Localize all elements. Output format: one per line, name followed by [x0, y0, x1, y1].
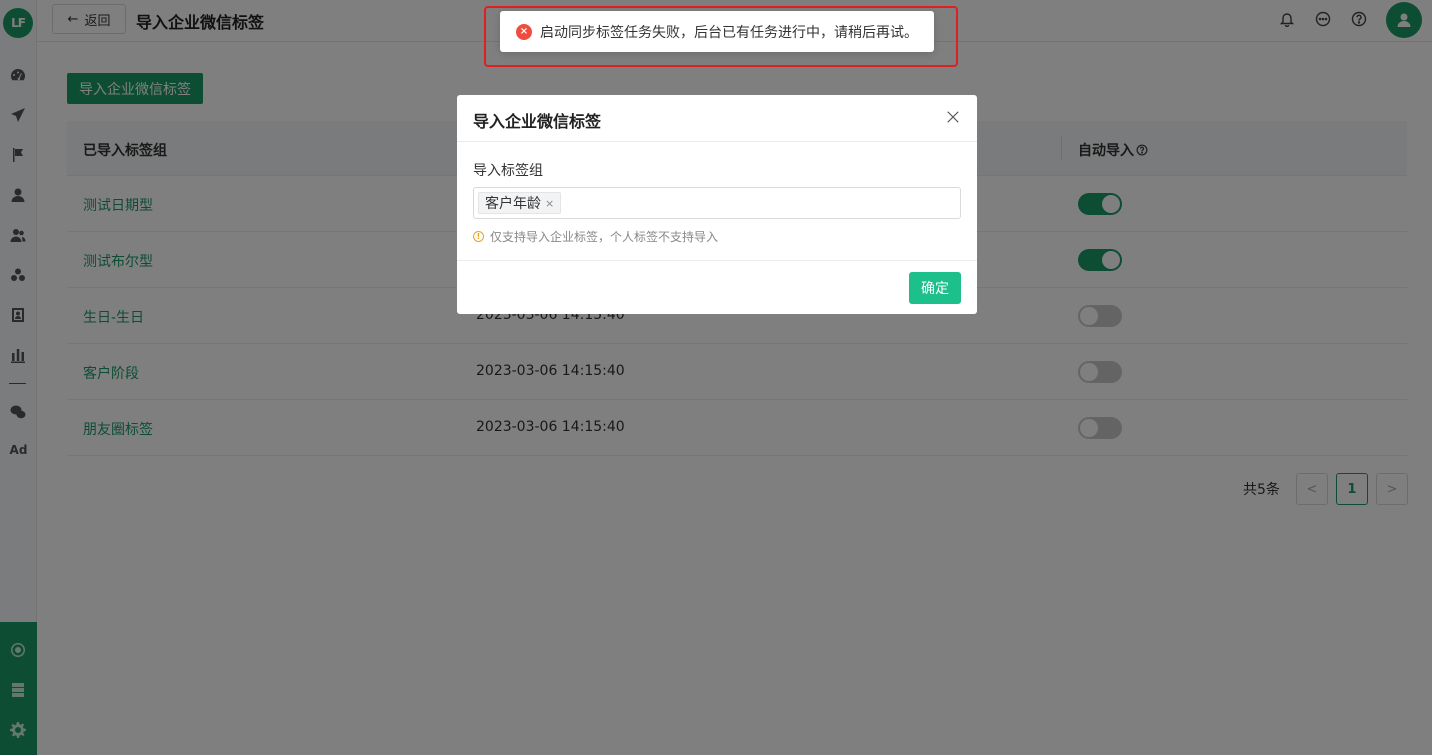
remove-tag-icon[interactable]: ×	[545, 197, 554, 210]
close-icon[interactable]	[945, 109, 961, 125]
warning-icon: !	[473, 231, 484, 242]
tag-group-field-label: 导入标签组	[473, 163, 543, 179]
selected-tag: 客户年龄 ×	[478, 192, 562, 214]
error-toast: × 启动同步标签任务失败，后台已有任务进行中，请稍后再试。	[500, 11, 934, 52]
import-tags-dialog: 导入企业微信标签 导入标签组 客户年龄 × ! 仅支持导入企业标签，个人标签不支…	[457, 95, 977, 314]
field-hint: ! 仅支持导入企业标签，个人标签不支持导入	[473, 228, 718, 245]
dialog-title: 导入企业微信标签	[473, 112, 602, 131]
selected-tag-label: 客户年龄	[485, 196, 541, 212]
dialog-header: 导入企业微信标签	[457, 95, 977, 142]
dialog-body: 导入标签组 客户年龄 × ! 仅支持导入企业标签，个人标签不支持导入	[457, 142, 977, 261]
confirm-button[interactable]: 确定	[909, 272, 961, 304]
hint-text: 仅支持导入企业标签，个人标签不支持导入	[490, 230, 719, 244]
tag-group-select[interactable]: 客户年龄 ×	[473, 187, 961, 219]
error-icon: ×	[516, 23, 532, 40]
toast-message: 启动同步标签任务失败，后台已有任务进行中，请稍后再试。	[540, 24, 918, 41]
